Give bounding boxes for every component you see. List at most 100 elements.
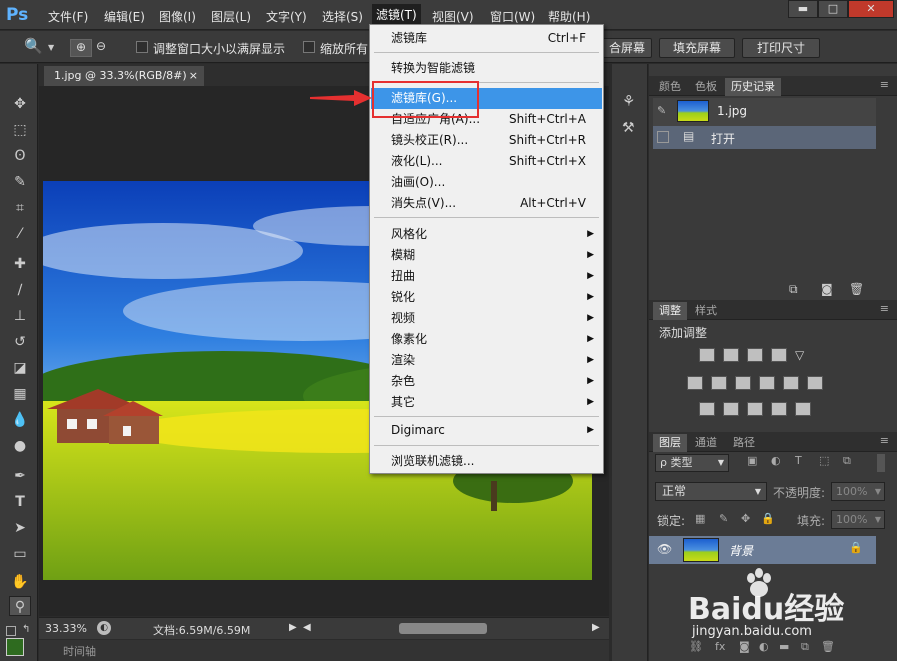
path-select-tool-icon[interactable]: ➤ [9, 518, 31, 538]
eraser-tool-icon[interactable]: ◪ [9, 358, 31, 378]
menu-item-video[interactable]: 视频 ▶ [371, 308, 602, 329]
close-button[interactable]: ✕ [848, 0, 894, 18]
blend-mode-select[interactable]: 正常 ▼ [655, 482, 767, 501]
curves-icon[interactable] [747, 348, 763, 362]
history-snapshot-row[interactable]: ✎ 1.jpg [653, 98, 876, 126]
adjustment-filter-icon[interactable]: ◐ [771, 454, 781, 467]
fit-screen-button[interactable]: 合屏幕 [596, 38, 652, 58]
tool-preset-icon[interactable]: ⚒ [622, 120, 635, 136]
pixel-filter-icon[interactable]: ▣ [747, 454, 757, 467]
type-filter-icon[interactable]: T [795, 454, 802, 467]
marquee-tool-icon[interactable]: ⬚ [9, 120, 31, 140]
color-balance-icon[interactable] [711, 376, 727, 390]
menu-item-stylize[interactable]: 风格化 ▶ [371, 224, 602, 245]
layer-row-background[interactable]: 👁 背景 🔒 [649, 536, 876, 564]
tab-paths[interactable]: 路径 [727, 434, 761, 452]
clone-stamp-tool-icon[interactable]: ⊥ [9, 306, 31, 326]
tab-channels[interactable]: 通道 [689, 434, 723, 452]
new-document-icon[interactable]: ⧉ [789, 282, 798, 297]
scroll-left-icon[interactable]: ◀ [303, 622, 311, 633]
document-tab[interactable]: 1.jpg @ 33.3%(RGB/8#) × [44, 66, 204, 86]
tab-styles[interactable]: 样式 [689, 302, 723, 320]
visibility-eye-icon[interactable]: 👁 [657, 542, 672, 556]
menu-item-sharpen[interactable]: 锐化 ▶ [371, 287, 602, 308]
zoom-in-icon[interactable]: ⊕ [70, 39, 92, 57]
lock-transparent-icon[interactable]: ▦ [695, 512, 705, 525]
menu-item-pixelate[interactable]: 像素化 ▶ [371, 329, 602, 350]
tab-history[interactable]: 历史记录 [725, 78, 781, 96]
swap-colors-icon[interactable]: ↰ [22, 624, 30, 635]
lock-all-icon[interactable]: 🔒 [761, 512, 775, 525]
levels-icon[interactable] [723, 348, 739, 362]
menu-item-lens-correction[interactable]: 镜头校正(R)... Shift+Ctrl+R [371, 130, 602, 151]
fill-screen-button[interactable]: 填充屏幕 [659, 38, 735, 58]
black-white-icon[interactable] [735, 376, 751, 390]
close-tab-icon[interactable]: × [189, 66, 198, 86]
smart-object-filter-icon[interactable]: ⧉ [843, 454, 851, 468]
zoom-level[interactable]: 33.33% [45, 622, 87, 635]
timeline-label[interactable]: 时间轴 [63, 643, 96, 659]
menu-item-vanishing-point[interactable]: 消失点(V)... Alt+Ctrl+V [371, 193, 602, 214]
panel-menu-icon[interactable]: ≡ [880, 78, 889, 91]
menu-window[interactable]: 窗口(W) [490, 8, 535, 25]
channel-mixer-icon[interactable] [783, 376, 799, 390]
resize-window-checkbox[interactable] [136, 41, 148, 53]
default-colors-icon[interactable] [6, 626, 16, 636]
print-size-button[interactable]: 打印尺寸 [742, 38, 820, 58]
hue-saturation-icon[interactable] [687, 376, 703, 390]
gradient-map-icon[interactable] [795, 402, 811, 416]
color-lookup-icon[interactable] [807, 376, 823, 390]
menu-item-distort[interactable]: 扭曲 ▶ [371, 266, 602, 287]
quick-select-tool-icon[interactable]: ✎ [9, 172, 31, 192]
threshold-icon[interactable] [747, 402, 763, 416]
menu-layer[interactable]: 图层(L) [211, 8, 251, 25]
menu-item-blur[interactable]: 模糊 ▶ [371, 245, 602, 266]
invert-icon[interactable] [699, 402, 715, 416]
menu-item-render[interactable]: 渲染 ▶ [371, 350, 602, 371]
pen-tool-icon[interactable]: ✒ [9, 466, 31, 486]
healing-brush-tool-icon[interactable]: ✚ [9, 254, 31, 274]
menu-select[interactable]: 选择(S) [322, 8, 363, 25]
menu-edit[interactable]: 编辑(E) [104, 8, 145, 25]
gradient-tool-icon[interactable]: ▦ [9, 384, 31, 404]
hand-tool-icon[interactable]: ✋ [9, 572, 31, 592]
move-tool-icon[interactable]: ✥ [9, 94, 31, 114]
history-step-row[interactable]: ▤ 打开 [653, 126, 876, 149]
fill-input[interactable]: 100% ▼ [831, 510, 885, 529]
menu-item-digimarc[interactable]: Digimarc ▶ [371, 420, 602, 441]
history-brush-tool-icon[interactable]: ↺ [9, 332, 31, 352]
tool-preset-chevron-icon[interactable]: ▼ [48, 43, 54, 52]
minimize-button[interactable]: ▬ [788, 0, 818, 18]
panel-menu-icon[interactable]: ≡ [880, 302, 889, 315]
trash-icon[interactable]: 🗑 [849, 282, 864, 296]
camera-icon[interactable]: ◙ [821, 282, 833, 296]
vibrance-icon[interactable]: ▽ [795, 348, 811, 362]
blur-tool-icon[interactable]: 💧 [9, 410, 31, 430]
tab-layers[interactable]: 图层 [653, 434, 687, 452]
tab-color[interactable]: 颜色 [653, 78, 687, 96]
brush-tool-icon[interactable]: ∕ [9, 280, 31, 300]
status-menu-arrow-icon[interactable]: ▶ [289, 622, 297, 633]
shape-filter-icon[interactable]: ⬚ [819, 454, 829, 467]
tab-adjustments[interactable]: 调整 [653, 302, 687, 320]
posterize-icon[interactable] [723, 402, 739, 416]
photo-filter-icon[interactable] [759, 376, 775, 390]
brightness-icon[interactable] [699, 348, 715, 362]
menu-item-browse-filters-online[interactable]: 浏览联机滤镜... [371, 451, 602, 472]
lasso-tool-icon[interactable]: ʘ [9, 146, 31, 166]
zoom-tool-icon[interactable]: ⚲ [9, 596, 31, 616]
menu-item-convert-smart-filters[interactable]: 转换为智能滤镜 [371, 58, 602, 79]
menu-item-last-filter[interactable]: 滤镜库 Ctrl+F [371, 28, 602, 49]
menu-filter[interactable]: 滤镜(T) [372, 4, 421, 26]
status-info-icon[interactable]: ◐ [97, 621, 111, 635]
menu-item-liquify[interactable]: 液化(L)... Shift+Ctrl+X [371, 151, 602, 172]
exposure-icon[interactable] [771, 348, 787, 362]
selective-color-icon[interactable] [771, 402, 787, 416]
zoom-out-icon[interactable]: ⊖ [96, 39, 106, 53]
opacity-input[interactable]: 100% ▼ [831, 482, 885, 501]
menu-image[interactable]: 图像(I) [159, 8, 196, 25]
type-tool-icon[interactable]: T [9, 492, 31, 512]
brush-preset-icon[interactable]: ⚘ [622, 92, 635, 110]
menu-item-noise[interactable]: 杂色 ▶ [371, 371, 602, 392]
menu-help[interactable]: 帮助(H) [548, 8, 590, 25]
